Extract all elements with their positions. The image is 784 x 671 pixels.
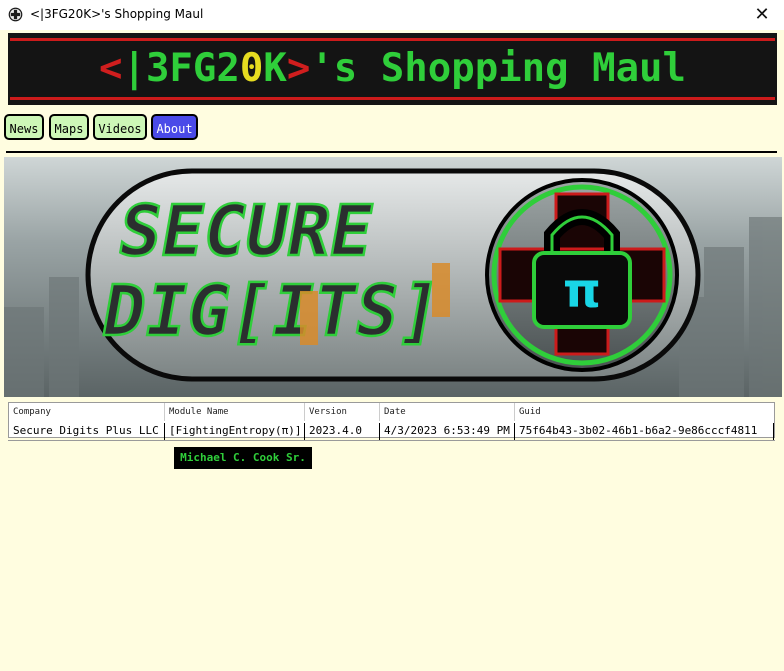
grid-header-version[interactable]: Version — [305, 403, 380, 421]
window-title: <|3FG20K>'s Shopping Maul — [30, 7, 204, 21]
banner-title: <|3FG20K>'s Shopping Maul — [98, 46, 687, 91]
grid-cell-date[interactable]: 4/3/2023 6:53:49 PM — [380, 423, 515, 441]
cross-circle-icon — [8, 7, 23, 22]
nav-about-button[interactable]: About — [151, 114, 198, 140]
grid-bottom-border — [8, 440, 775, 441]
grid-cell-version[interactable]: 2023.4.0 — [305, 423, 380, 441]
window-titlebar: <|3FG20K>'s Shopping Maul ✕ — [0, 0, 784, 30]
hero-logo-image: SECURE DIG[ITS] π — [4, 157, 782, 397]
page-banner: <|3FG20K>'s Shopping Maul — [8, 33, 777, 105]
divider — [6, 151, 777, 153]
bracket-left-accent — [300, 291, 318, 345]
banner-rule-top — [10, 38, 775, 41]
logo-text-line1: SECURE — [112, 190, 379, 271]
grid-header-company[interactable]: Company — [9, 403, 165, 421]
nav-news-button[interactable]: News — [4, 114, 44, 140]
grid-header-date[interactable]: Date — [380, 403, 515, 421]
pi-icon: π — [563, 263, 601, 319]
banner-rule-bottom — [10, 97, 775, 100]
grid-header-module-name[interactable]: Module Name — [165, 403, 305, 421]
close-icon: ✕ — [754, 4, 770, 25]
table-row[interactable]: Secure Digits Plus LLC [FightingEntropy(… — [9, 423, 774, 441]
author-label: Michael C. Cook Sr. — [174, 447, 312, 469]
grid-header-guid[interactable]: Guid — [515, 403, 774, 421]
module-info-grid: Company Module Name Version Date Guid Se… — [8, 402, 775, 441]
grid-cell-module-name[interactable]: [FightingEntropy(π)] — [165, 423, 305, 441]
close-button[interactable]: ✕ — [740, 0, 784, 30]
nav-videos-button[interactable]: Videos — [93, 114, 147, 140]
grid-cell-company[interactable]: Secure Digits Plus LLC — [9, 423, 165, 441]
grid-cell-guid[interactable]: 75f64b43-3b02-46b1-b6a2-9e86cccf4811 — [515, 423, 774, 441]
grid-header-row: Company Module Name Version Date Guid — [9, 403, 774, 422]
bracket-right-accent — [432, 263, 450, 317]
logo-text-line2: DIG[ITS] — [96, 270, 447, 351]
nav-maps-button[interactable]: Maps — [49, 114, 89, 140]
